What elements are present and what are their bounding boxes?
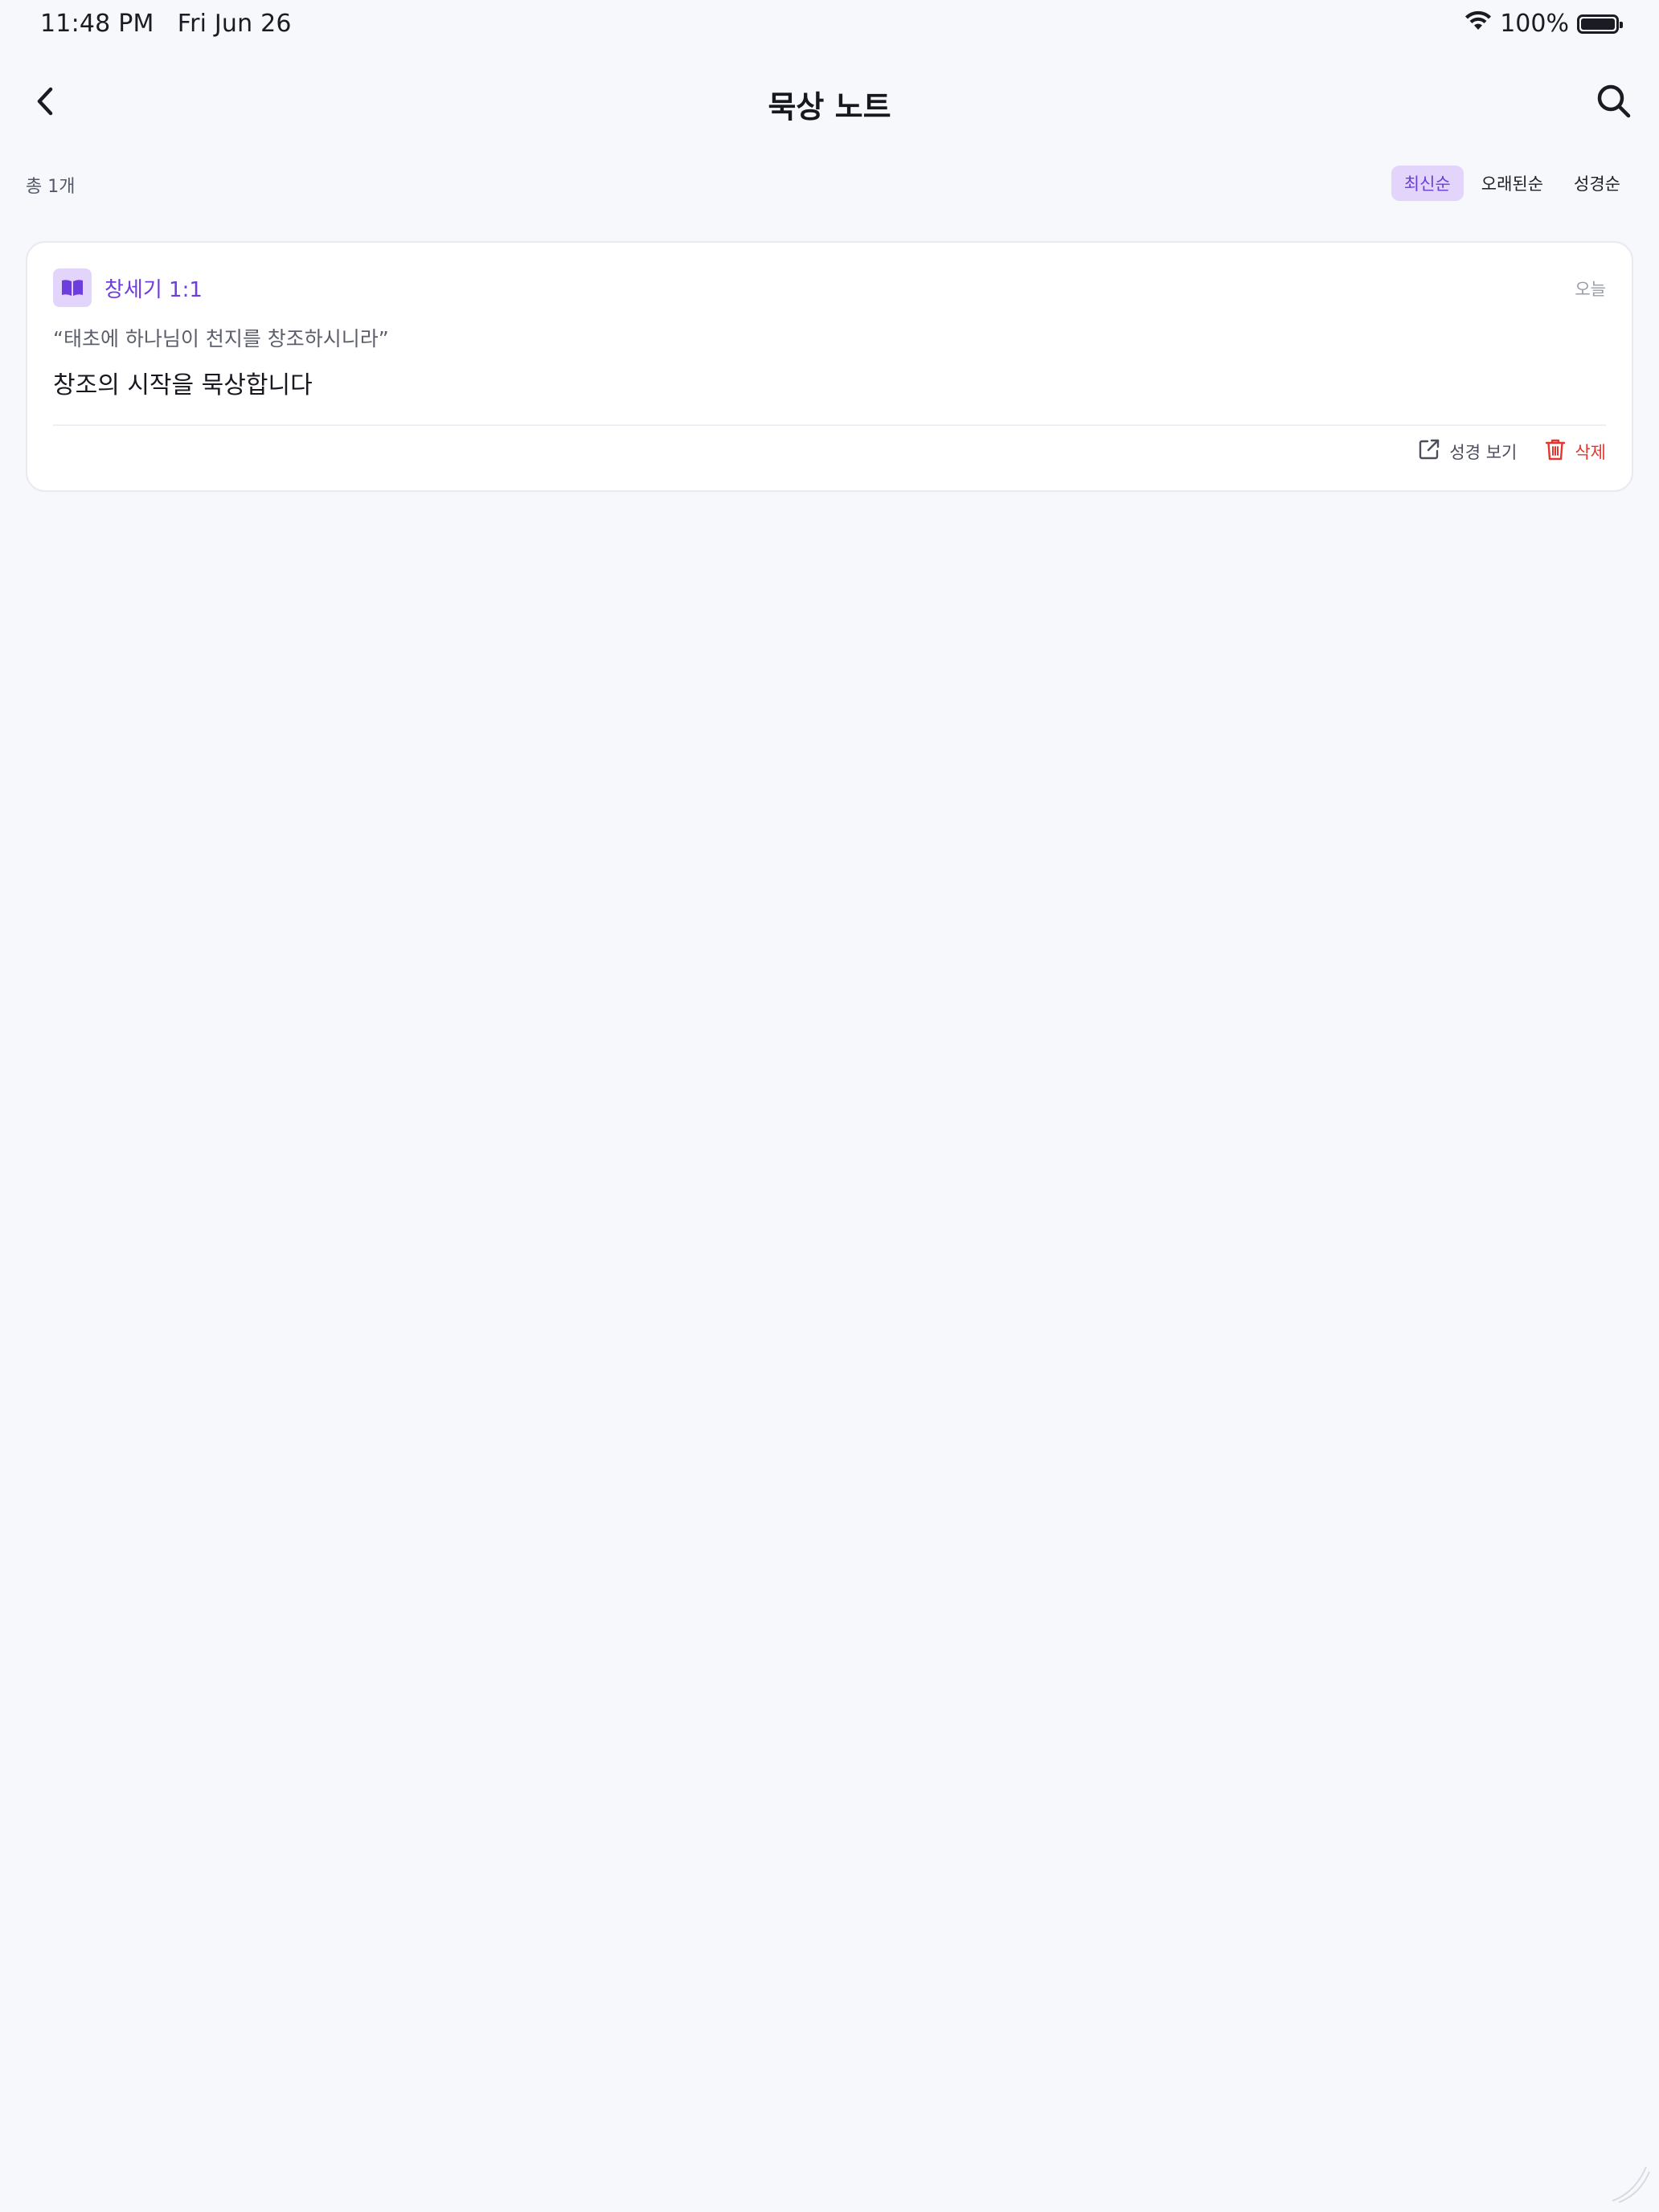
delete-button[interactable]: 삭제 xyxy=(1544,437,1606,465)
view-bible-label: 성경 보기 xyxy=(1449,442,1518,462)
sort-newest-button[interactable]: 최신순 xyxy=(1391,166,1464,201)
corner-gesture-indicator xyxy=(1608,2161,1653,2206)
external-link-icon xyxy=(1417,437,1441,465)
battery-level xyxy=(1581,18,1615,30)
view-bible-button[interactable]: 성경 보기 xyxy=(1417,437,1517,465)
battery-percent: 100% xyxy=(1500,10,1569,38)
sort-options: 최신순 오래된순 성경순 xyxy=(1391,166,1633,201)
book-open-icon xyxy=(53,268,92,307)
note-verse-quote: “태초에 하나님이 천지를 창조하시니라” xyxy=(53,327,389,350)
search-icon xyxy=(1596,83,1632,123)
page-title: 묵상 노트 xyxy=(768,89,891,125)
note-card[interactable]: 창세기 1:1 오늘 “태초에 하나님이 천지를 창조하시니라” 창조의 시작을… xyxy=(26,241,1633,492)
note-body: 창조의 시작을 묵상합니다 xyxy=(53,371,313,399)
note-date: 오늘 xyxy=(1575,280,1606,299)
total-count: 총 1개 xyxy=(26,177,76,197)
status-bar: 11:48 PM Fri Jun 26 100% xyxy=(0,0,1659,51)
trash-icon xyxy=(1544,437,1567,465)
note-actions: 성경 보기 삭제 xyxy=(1417,437,1606,465)
status-date: Fri Jun 26 xyxy=(177,10,292,38)
wifi-icon xyxy=(1464,10,1492,38)
battery-icon xyxy=(1577,14,1623,34)
list-toolbar: 총 1개 최신순 오래된순 성경순 xyxy=(26,166,1633,203)
sort-oldest-button[interactable]: 오래된순 xyxy=(1469,166,1556,201)
status-time: 11:48 PM Fri Jun 26 xyxy=(40,10,292,38)
card-divider xyxy=(53,424,1606,426)
status-clock: 11:48 PM xyxy=(40,10,154,38)
delete-label: 삭제 xyxy=(1575,442,1606,462)
note-reference-label: 창세기 1:1 xyxy=(104,277,203,302)
nav-header: 묵상 노트 xyxy=(0,71,1659,135)
search-button[interactable] xyxy=(1591,80,1636,125)
note-reference[interactable]: 창세기 1:1 xyxy=(53,268,203,307)
sort-bible-order-button[interactable]: 성경순 xyxy=(1561,166,1633,201)
status-indicators: 100% xyxy=(1464,10,1623,38)
